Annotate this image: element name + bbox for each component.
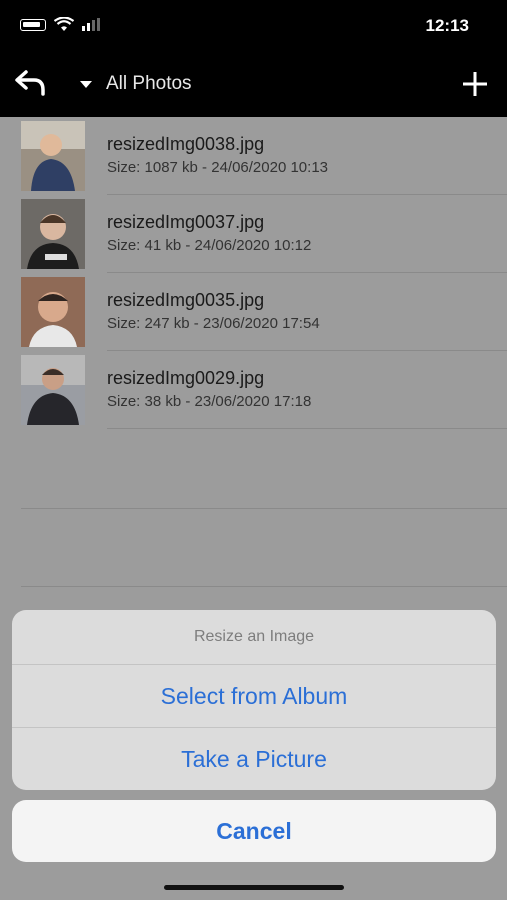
thumbnail	[21, 277, 85, 347]
action-sheet: Resize an Image Select from Album Take a…	[12, 610, 496, 790]
status-time: 12:13	[425, 16, 469, 35]
signal-icon	[82, 18, 104, 31]
caret-down-icon	[80, 80, 92, 88]
status-icons	[20, 17, 104, 32]
action-sheet-title: Resize an Image	[12, 610, 496, 665]
add-button[interactable]	[461, 70, 489, 98]
file-meta: Size: 1087 kb - 24/06/2020 10:13	[107, 159, 329, 176]
back-button[interactable]	[14, 68, 48, 100]
plus-icon	[463, 72, 487, 96]
file-name: resizedImg0035.jpg	[107, 290, 265, 310]
list-item[interactable]: resizedImg0037.jpg Size: 41 kb - 24/06/2…	[0, 195, 507, 273]
list-item[interactable]: resizedImg0029.jpg Size: 38 kb - 23/06/2…	[0, 351, 507, 429]
file-name: resizedImg0038.jpg	[107, 134, 265, 154]
album-title: All Photos	[106, 73, 192, 94]
file-name: resizedImg0029.jpg	[107, 368, 265, 388]
file-meta: Size: 38 kb - 23/06/2020 17:18	[107, 393, 312, 410]
list-item[interactable]: resizedImg0035.jpg Size: 247 kb - 23/06/…	[0, 273, 507, 351]
home-indicator[interactable]	[164, 885, 344, 890]
row-divider	[107, 428, 507, 429]
empty-row-divider	[21, 586, 507, 587]
back-arrow-icon	[15, 70, 45, 96]
empty-row-divider	[21, 508, 507, 509]
thumbnail	[21, 355, 85, 425]
thumbnail	[21, 121, 85, 191]
cancel-button[interactable]: Cancel	[12, 800, 496, 862]
select-from-album-button[interactable]: Select from Album	[12, 665, 496, 728]
photo-list: resizedImg0038.jpg Size: 1087 kb - 24/06…	[0, 117, 507, 429]
status-bar: 12:13	[0, 0, 507, 52]
file-name: resizedImg0037.jpg	[107, 212, 265, 232]
take-picture-button[interactable]: Take a Picture	[12, 728, 496, 790]
wifi-icon	[54, 17, 74, 32]
file-meta: Size: 41 kb - 24/06/2020 10:12	[107, 237, 312, 254]
list-item[interactable]: resizedImg0038.jpg Size: 1087 kb - 24/06…	[0, 117, 507, 195]
battery-icon	[20, 18, 46, 31]
album-dropdown[interactable]: All Photos	[80, 72, 192, 96]
thumbnail	[21, 199, 85, 269]
file-meta: Size: 247 kb - 23/06/2020 17:54	[107, 315, 320, 332]
nav-bar: All Photos	[0, 52, 507, 117]
